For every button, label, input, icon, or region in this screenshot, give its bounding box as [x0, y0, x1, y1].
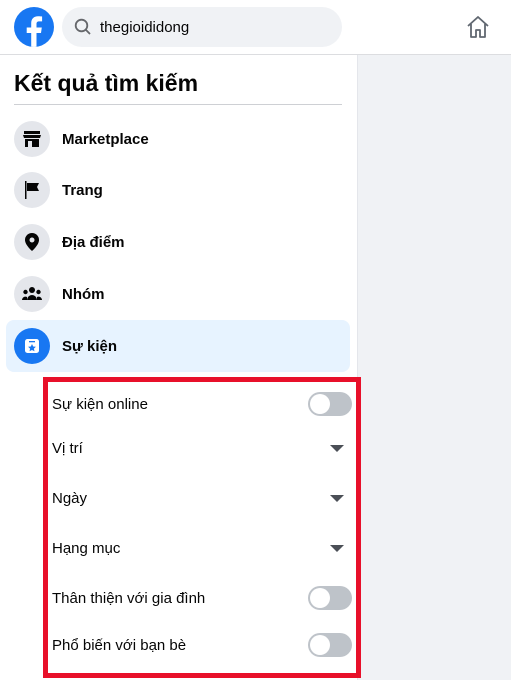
filter-label: Phổ biến với bạn bè: [52, 636, 187, 654]
sidebar-item-label: Marketplace: [62, 130, 149, 148]
location-pin-icon: [25, 233, 39, 251]
calendar-star-icon: [25, 339, 39, 353]
filter-label: Sự kiện online: [52, 395, 148, 413]
shop-icon: [23, 131, 41, 147]
filter-label: Ngày: [52, 489, 88, 507]
online-events-toggle[interactable]: [308, 392, 352, 416]
sidebar-item-dia-diem[interactable]: Địa điểm: [6, 216, 350, 268]
search-input[interactable]: thegioididong: [62, 7, 342, 47]
sidebar-item-label: Địa điểm: [62, 233, 125, 251]
filter-label: Hạng mục: [52, 539, 121, 557]
facebook-logo[interactable]: [14, 7, 54, 47]
filter-family-friendly[interactable]: Thân thiện với gia đình: [52, 583, 352, 613]
sidebar-item-label: Sự kiện: [62, 337, 118, 355]
sidebar-item-label: Nhóm: [62, 285, 105, 303]
filter-category[interactable]: Hạng mục: [52, 533, 352, 563]
filter-label: Thân thiện với gia đình: [52, 589, 206, 607]
search-icon: [74, 18, 91, 35]
divider: [14, 104, 342, 105]
popular-with-friends-toggle[interactable]: [308, 633, 352, 657]
event-filters-panel: Sự kiện online Vị trí Ngày Hạng mục Thân…: [43, 377, 361, 678]
filter-date[interactable]: Ngày: [52, 483, 352, 513]
filter-online-events[interactable]: Sự kiện online: [52, 389, 352, 419]
flag-icon: [25, 181, 39, 199]
sidebar-item-trang[interactable]: Trang: [6, 164, 350, 216]
sidebar-item-nhom[interactable]: Nhóm: [6, 268, 350, 320]
filter-label: Vị trí: [52, 439, 83, 457]
group-icon: [22, 287, 42, 300]
caret-down-icon[interactable]: [330, 444, 344, 452]
sidebar-item-label: Trang: [62, 181, 103, 199]
search-value: thegioididong: [100, 18, 190, 36]
filter-popular-with-friends[interactable]: Phổ biến với bạn bè: [52, 630, 352, 660]
page-title: Kết quả tìm kiếm: [14, 70, 199, 96]
caret-down-icon[interactable]: [330, 544, 344, 552]
home-icon[interactable]: [465, 14, 491, 40]
caret-down-icon[interactable]: [330, 494, 344, 502]
filter-location[interactable]: Vị trí: [52, 433, 352, 463]
family-friendly-toggle[interactable]: [308, 586, 352, 610]
top-bar: thegioididong: [0, 0, 511, 55]
sidebar-item-su-kien[interactable]: Sự kiện: [6, 320, 350, 372]
sidebar-item-marketplace[interactable]: Marketplace: [6, 113, 350, 165]
